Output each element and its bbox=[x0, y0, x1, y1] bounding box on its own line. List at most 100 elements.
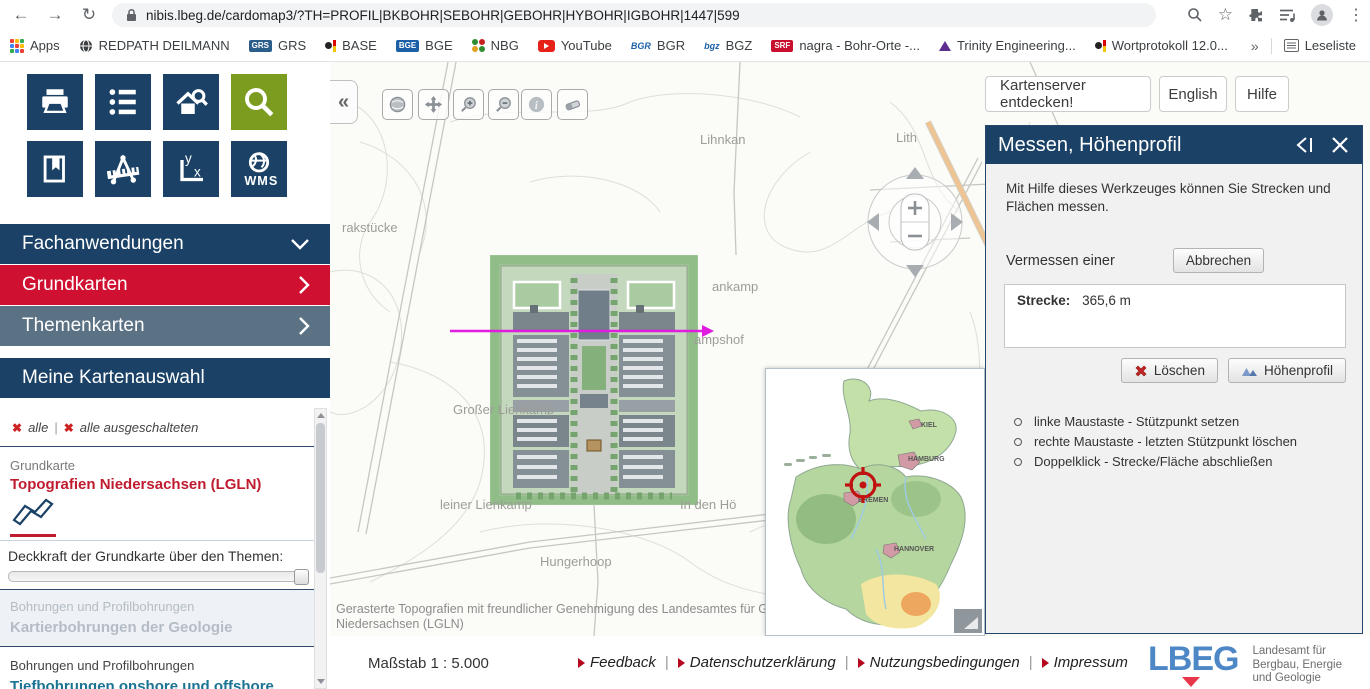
scroll-up-icon[interactable] bbox=[317, 413, 325, 418]
divider: | bbox=[665, 654, 669, 671]
menu-fachanwendungen[interactable]: Fachanwendungen bbox=[0, 224, 330, 264]
layer-item-disabled[interactable]: Bohrungen und Profilbohrungen Kartierboh… bbox=[0, 590, 314, 646]
eraser-icon bbox=[563, 95, 582, 114]
clear-all-off-icon[interactable]: ✖ bbox=[64, 421, 74, 435]
collapse-panel-icon[interactable] bbox=[1294, 135, 1316, 155]
bookmark-item[interactable]: BGE BGE bbox=[396, 38, 453, 53]
imprint-link[interactable]: Impressum bbox=[1042, 654, 1128, 671]
sidebar-scrollbar[interactable] bbox=[314, 408, 327, 689]
info-tool-button[interactable]: i bbox=[521, 89, 552, 120]
sidebar-collapse-button[interactable]: « bbox=[330, 80, 358, 124]
elevation-profile-button[interactable]: Höhenprofil bbox=[1228, 358, 1346, 383]
footer-links: Feedback | Datenschutzerklärung | Nutzun… bbox=[578, 654, 1128, 671]
place-label: Hungerhoop bbox=[540, 554, 612, 569]
bookmark-item[interactable]: GRS GRS bbox=[249, 38, 307, 53]
svg-text:y: y bbox=[185, 151, 192, 166]
button-label: Abbrechen bbox=[1186, 253, 1251, 268]
layer-title: Kartierbohrungen der Geologie bbox=[10, 619, 314, 636]
menu-themenkarten[interactable]: Themenkarten bbox=[0, 306, 330, 346]
svg-text:HANNOVER: HANNOVER bbox=[894, 546, 934, 553]
filter-all-link[interactable]: alle bbox=[28, 420, 48, 435]
overview-map[interactable]: KIEL HAMBURG BREMEN HANNOVER bbox=[765, 368, 985, 636]
bookmark-item[interactable]: REDPATH DEILMANN bbox=[79, 38, 230, 53]
help-button[interactable]: Hilfe bbox=[1235, 76, 1289, 112]
measure-tool-button[interactable] bbox=[95, 141, 151, 197]
media-playlist-icon[interactable] bbox=[1279, 8, 1296, 23]
lbeg-logo-triangle-icon bbox=[1182, 677, 1200, 687]
bookmark-item[interactable]: NBG bbox=[472, 38, 519, 53]
bookmark-star-icon[interactable]: ☆ bbox=[1218, 5, 1233, 25]
bookmark-label: Apps bbox=[30, 38, 60, 53]
browser-menu-icon[interactable]: ⋮ bbox=[1348, 5, 1364, 25]
chevron-right-icon bbox=[298, 275, 310, 295]
zoom-page-icon[interactable] bbox=[1187, 7, 1203, 23]
url-bar[interactable]: nibis.lbeg.de/cardomap3/?TH=PROFIL|BKBOH… bbox=[112, 3, 1156, 27]
reading-list-button[interactable]: Leseliste bbox=[1284, 38, 1356, 53]
bookmark-item[interactable]: BASE bbox=[325, 38, 377, 53]
base-layer-legend[interactable] bbox=[10, 496, 324, 537]
divider: | bbox=[845, 654, 849, 671]
wortprotokoll-flag-icon bbox=[1095, 40, 1106, 52]
discover-mapserver-button[interactable]: Kartenserver entdecken! bbox=[985, 76, 1151, 112]
layer-title[interactable]: Tiefbohrungen onshore und offshore bbox=[10, 678, 324, 689]
privacy-link[interactable]: Datenschutzerklärung bbox=[678, 654, 836, 671]
terms-link[interactable]: Nutzungsbedingungen bbox=[858, 654, 1020, 671]
close-panel-icon[interactable] bbox=[1330, 135, 1350, 155]
feedback-link[interactable]: Feedback bbox=[578, 654, 656, 671]
bookmark-label: BGR bbox=[657, 38, 685, 53]
lbeg-logo-subtitle: Landesamt für Bergbau, Energie und Geolo… bbox=[1252, 641, 1342, 686]
menu-label: Grundkarten bbox=[22, 274, 128, 296]
delete-button[interactable]: Löschen bbox=[1121, 358, 1218, 383]
scrollbar-thumb[interactable] bbox=[316, 423, 325, 573]
bookmark-item[interactable]: Wortprotokoll 12.0... bbox=[1095, 38, 1228, 53]
button-label: Kartenserver entdecken! bbox=[1000, 77, 1136, 111]
filter-all-off-link[interactable]: alle ausgeschalteten bbox=[80, 420, 199, 435]
pan-tool-button[interactable] bbox=[418, 89, 449, 120]
opacity-slider[interactable] bbox=[8, 571, 308, 582]
coordinates-tool-button[interactable]: y x bbox=[163, 141, 219, 197]
home-search-icon bbox=[173, 84, 209, 120]
english-button[interactable]: English bbox=[1159, 76, 1227, 112]
bookmark-tool-button[interactable] bbox=[27, 141, 83, 197]
apps-shortcut[interactable]: Apps bbox=[10, 38, 60, 53]
nibis-kartenserver-app: ← → ↻ nibis.lbeg.de/cardomap3/?TH=PROFIL… bbox=[0, 0, 1370, 689]
search-button-active[interactable] bbox=[231, 74, 287, 130]
zoom-out-tool-button[interactable] bbox=[488, 89, 519, 120]
reload-icon[interactable]: ↻ bbox=[76, 2, 102, 28]
base-layer-title[interactable]: Topografien Niedersachsen (LGLN) bbox=[10, 476, 324, 493]
scroll-down-icon[interactable] bbox=[317, 679, 325, 684]
full-extent-button[interactable] bbox=[382, 89, 413, 120]
chevron-right-icon bbox=[298, 316, 310, 336]
place-label: leiner Lienkamp bbox=[440, 497, 532, 512]
place-label: ankamp bbox=[712, 279, 758, 294]
bookmark-item[interactable]: SRF nagra - Bohr-Orte -... bbox=[771, 38, 920, 53]
bookmark-item[interactable]: Trinity Engineering... bbox=[939, 38, 1076, 53]
forward-icon[interactable]: → bbox=[42, 2, 68, 28]
cancel-button[interactable]: Abbrechen bbox=[1173, 248, 1264, 273]
opacity-slider-handle[interactable] bbox=[294, 569, 309, 585]
bookmark-item[interactable]: bgz BGZ bbox=[704, 38, 752, 53]
bookmark-item[interactable]: BGR BGR bbox=[631, 38, 685, 53]
profile-avatar[interactable] bbox=[1311, 4, 1333, 26]
zoom-in-tool-button[interactable] bbox=[453, 89, 484, 120]
scale-indicator: Maßstab 1 : 5.000 bbox=[368, 655, 489, 672]
hint-item: linke Maustaste - Stützpunkt setzen bbox=[1014, 414, 1297, 429]
menu-grundkarten[interactable]: Grundkarten bbox=[0, 265, 330, 305]
wms-tool-button[interactable]: WMS bbox=[231, 141, 287, 197]
address-search-button[interactable] bbox=[163, 74, 219, 130]
menu-meine-kartenauswahl[interactable]: Meine Kartenauswahl bbox=[0, 358, 330, 398]
divider bbox=[1271, 38, 1272, 54]
lock-icon bbox=[126, 8, 137, 22]
distance-label: Strecke: bbox=[1017, 293, 1070, 308]
erase-tool-button[interactable] bbox=[557, 89, 588, 120]
extensions-puzzle-icon[interactable] bbox=[1248, 7, 1264, 23]
clear-all-icon[interactable]: ✖ bbox=[12, 421, 22, 435]
wms-globe-icon: WMS bbox=[239, 149, 279, 189]
bookmarks-overflow-icon[interactable]: » bbox=[1251, 38, 1259, 54]
place-label: ampshof bbox=[694, 332, 744, 347]
logo-line: Landesamt für bbox=[1252, 645, 1326, 657]
back-icon[interactable]: ← bbox=[8, 2, 34, 28]
layer-list-button[interactable] bbox=[95, 74, 151, 130]
bookmark-item[interactable]: YouTube bbox=[538, 38, 612, 53]
print-button[interactable] bbox=[27, 74, 83, 130]
